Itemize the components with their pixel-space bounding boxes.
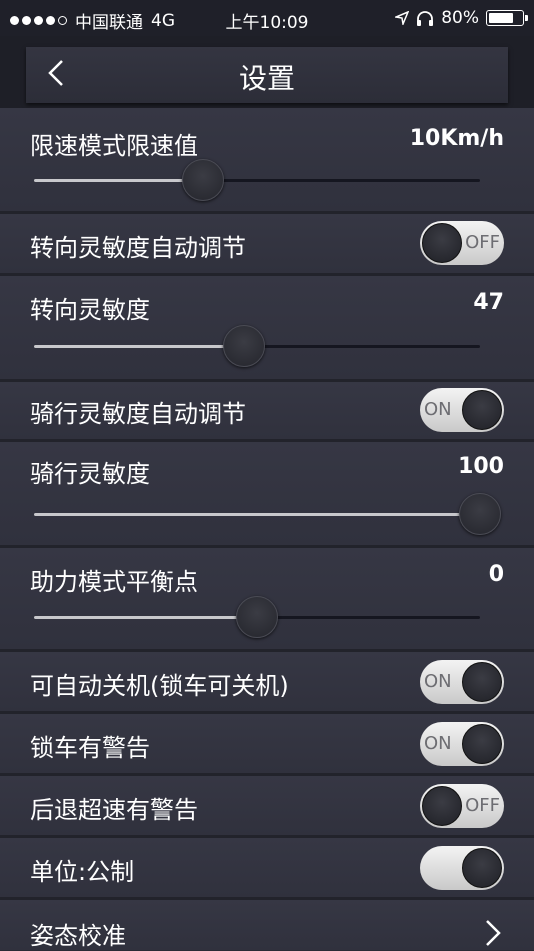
assist-balance-label: 助力模式平衡点 — [30, 568, 198, 596]
slider-thumb[interactable] — [182, 159, 225, 201]
auto-shutdown-row: 可自动关机(锁车可关机) ON — [0, 652, 534, 714]
riding-auto-label: 骑行灵敏度自动调节 — [30, 400, 246, 428]
reverse-warning-label: 后退超速有警告 — [30, 796, 198, 824]
toggle-knob — [422, 223, 462, 263]
steering-auto-label: 转向灵敏度自动调节 — [30, 234, 246, 262]
lock-warning-label: 锁车有警告 — [30, 734, 150, 762]
status-bar: 中国联通 4G 上午10:09 80% — [0, 0, 534, 36]
riding-row: 骑行灵敏度 100 — [0, 442, 534, 548]
headphones-icon — [417, 11, 434, 26]
riding-auto-toggle[interactable]: ON — [420, 388, 504, 432]
units-toggle[interactable] — [420, 846, 504, 890]
toggle-knob — [462, 724, 502, 764]
lock-warning-row: 锁车有警告 ON — [0, 714, 534, 776]
toggle-state-text: OFF — [465, 795, 500, 816]
location-arrow-icon — [395, 11, 410, 25]
calibration-label: 姿态校准 — [30, 922, 126, 950]
units-row: 单位:公制 — [0, 838, 534, 900]
auto-shutdown-label: 可自动关机(锁车可关机) — [30, 672, 289, 700]
reverse-warning-row: 后退超速有警告 OFF — [0, 776, 534, 838]
riding-label: 骑行灵敏度 — [30, 460, 150, 488]
riding-slider[interactable] — [34, 493, 501, 535]
slider-thumb[interactable] — [236, 596, 278, 638]
reverse-warning-toggle[interactable]: OFF — [420, 784, 504, 828]
slider-thumb[interactable] — [459, 493, 501, 535]
steering-slider[interactable] — [34, 325, 480, 367]
toggle-state-text: ON — [424, 671, 452, 692]
riding-value: 100 — [458, 454, 504, 479]
nav-panel: 设置 — [26, 47, 508, 103]
toggle-knob — [462, 848, 502, 888]
slider-fill — [34, 513, 480, 516]
slider-thumb[interactable] — [222, 325, 265, 367]
steering-label: 转向灵敏度 — [30, 296, 150, 324]
steering-value: 47 — [473, 290, 504, 315]
lock-warning-toggle[interactable]: ON — [420, 722, 504, 766]
auto-shutdown-toggle[interactable]: ON — [420, 660, 504, 704]
assist-balance-row: 助力模式平衡点 0 — [0, 548, 534, 652]
assist-balance-slider[interactable] — [34, 596, 480, 638]
slider-fill — [34, 616, 257, 619]
slider-fill — [34, 179, 204, 182]
toggle-state-text: ON — [424, 733, 452, 754]
battery-icon — [486, 10, 528, 26]
slider-fill — [34, 345, 244, 348]
toggle-knob — [462, 390, 502, 430]
assist-balance-value: 0 — [488, 562, 504, 587]
speed-limit-value: 10Km/h — [409, 126, 504, 151]
toggle-knob — [422, 786, 462, 826]
speed-limit-slider[interactable] — [34, 159, 480, 201]
status-right: 80% — [395, 8, 528, 28]
toggle-state-text: ON — [424, 399, 452, 420]
riding-auto-row: 骑行灵敏度自动调节 ON — [0, 382, 534, 442]
header-bar: 设置 — [0, 36, 534, 108]
toggle-state-text: OFF — [465, 232, 500, 253]
speed-limit-row: 限速模式限速值 10Km/h — [0, 108, 534, 214]
battery-percent: 80% — [441, 8, 479, 28]
calibration-row[interactable]: 姿态校准 — [0, 900, 534, 950]
chevron-right-icon — [486, 920, 501, 946]
toggle-knob — [462, 662, 502, 702]
page-title: 设置 — [238, 62, 295, 95]
speed-limit-label: 限速模式限速值 — [30, 132, 198, 160]
steering-row: 转向灵敏度 47 — [0, 276, 534, 382]
steering-auto-row: 转向灵敏度自动调节 OFF — [0, 214, 534, 276]
steering-auto-toggle[interactable]: OFF — [420, 221, 504, 265]
units-label: 单位:公制 — [30, 858, 135, 886]
